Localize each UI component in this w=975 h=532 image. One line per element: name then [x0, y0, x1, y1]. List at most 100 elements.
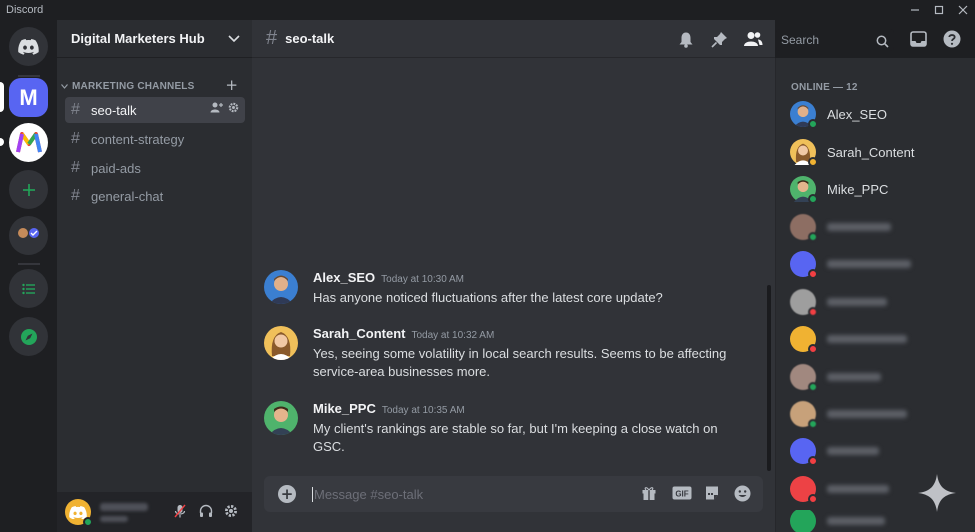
- emoji-icon[interactable]: [734, 485, 751, 506]
- search-input[interactable]: [781, 32, 871, 48]
- search-icon[interactable]: [876, 33, 889, 52]
- hash-icon: #: [71, 101, 80, 118]
- mute-icon[interactable]: [174, 504, 186, 522]
- member-list: ONLINE — 12 Alex_SEO Sarah_Content Mike_…: [775, 58, 975, 532]
- add-channel-icon[interactable]: +: [225, 76, 238, 94]
- message-author[interactable]: Alex_SEO: [313, 270, 375, 285]
- member-item-blurred[interactable]: [790, 249, 970, 279]
- unread-indicator: [0, 138, 4, 146]
- gif-icon[interactable]: GIF: [672, 485, 692, 505]
- channel-category[interactable]: MARKETING CHANNELS +: [57, 76, 252, 94]
- rail-separator: [18, 263, 40, 265]
- avatar: [790, 401, 818, 429]
- avatar-alex[interactable]: [264, 270, 298, 304]
- avatar: [790, 176, 818, 204]
- status-dot: [808, 419, 818, 429]
- member-item-blurred[interactable]: [790, 362, 970, 392]
- message-author[interactable]: Sarah_Content: [313, 326, 405, 341]
- colorful-m-server[interactable]: [9, 123, 48, 162]
- group-server[interactable]: [9, 216, 48, 255]
- member-item[interactable]: Alex_SEO: [790, 99, 970, 129]
- message-input[interactable]: [314, 484, 614, 504]
- member-item[interactable]: Sarah_Content: [790, 137, 970, 167]
- avatar-sarah[interactable]: [264, 326, 298, 360]
- status-dot: [83, 517, 93, 527]
- chevron-down-icon: [61, 83, 68, 89]
- channel-paid-ads[interactable]: # paid-ads: [65, 155, 245, 181]
- status-dot: [808, 157, 818, 167]
- rail-separator: [18, 75, 40, 77]
- invite-icon[interactable]: [210, 102, 223, 113]
- chat-header: # seo-talk: [252, 20, 775, 58]
- message-text: My client's rankings are stable so far, …: [313, 421, 718, 454]
- inbox-icon[interactable]: [910, 31, 927, 51]
- channel-general-chat[interactable]: # general-chat: [65, 183, 245, 209]
- server-header[interactable]: Digital Marketers Hub: [57, 20, 252, 58]
- message-author[interactable]: Mike_PPC: [313, 401, 376, 416]
- member-item-blurred[interactable]: [790, 212, 970, 242]
- message-text: Has anyone noticed fluctuations after th…: [313, 290, 663, 305]
- server-m[interactable]: M: [9, 78, 48, 117]
- member-item[interactable]: Mike_PPC: [790, 174, 970, 204]
- avatar-mike[interactable]: [264, 401, 298, 435]
- discover-button[interactable]: [9, 317, 48, 356]
- blurred-name: [827, 410, 907, 418]
- user-info-blurred[interactable]: [100, 502, 148, 522]
- member-item-blurred[interactable]: [790, 399, 970, 429]
- status-dot: [808, 232, 818, 242]
- discord-app: Discord M Digital Marketers Hub MARKETIN…: [0, 0, 975, 532]
- avatar: [790, 251, 818, 279]
- avatar: [790, 326, 818, 354]
- status-dot: [808, 382, 818, 392]
- avatar: [790, 476, 818, 504]
- attach-plus-icon[interactable]: +: [278, 485, 296, 503]
- member-list-icon[interactable]: [743, 31, 763, 51]
- user-avatar[interactable]: [65, 499, 93, 527]
- member-item-blurred[interactable]: [790, 436, 970, 466]
- hash-icon: #: [266, 27, 278, 49]
- status-dot: [808, 194, 818, 204]
- status-dot: [808, 494, 818, 504]
- member-name: Alex_SEO: [827, 106, 887, 122]
- avatar: [790, 364, 818, 392]
- title-bar: Discord: [0, 0, 975, 20]
- active-server-indicator: [0, 82, 4, 112]
- help-icon[interactable]: [943, 30, 961, 52]
- channel-content-strategy[interactable]: # content-strategy: [65, 126, 245, 152]
- blurred-name: [827, 223, 891, 231]
- text-caret: [312, 487, 313, 502]
- maximize-icon[interactable]: [927, 0, 951, 20]
- gift-icon[interactable]: [641, 485, 657, 505]
- sticker-icon[interactable]: [704, 485, 720, 505]
- home-button[interactable]: [9, 27, 48, 66]
- svg-text:GIF: GIF: [675, 490, 688, 499]
- gear-icon[interactable]: [228, 102, 239, 113]
- minimize-icon[interactable]: [903, 0, 927, 20]
- channel-seo-talk[interactable]: # seo-talk: [65, 97, 245, 123]
- bell-icon[interactable]: [678, 31, 694, 52]
- member-item-blurred[interactable]: [790, 324, 970, 354]
- online-heading: ONLINE — 12: [791, 82, 858, 93]
- hash-icon: #: [71, 159, 80, 176]
- blurred-name: [827, 447, 879, 455]
- server-rail: M: [0, 20, 57, 532]
- server-list-button[interactable]: [9, 269, 48, 308]
- blurred-name: [827, 260, 911, 268]
- chat-scrollbar[interactable]: [767, 285, 771, 471]
- avatar: [790, 438, 818, 466]
- member-item-blurred[interactable]: [790, 287, 970, 317]
- category-label: MARKETING CHANNELS: [72, 80, 195, 92]
- settings-gear-icon[interactable]: [224, 504, 238, 522]
- plus-icon: [22, 183, 35, 196]
- close-icon[interactable]: [951, 0, 975, 20]
- chat-area: # seo-talk Alex_SEO Today at 10:30 AM Ha…: [252, 20, 775, 532]
- status-dot: [808, 307, 818, 317]
- message-timestamp: Today at 10:30 AM: [381, 274, 464, 285]
- avatar: [790, 214, 818, 242]
- avatar: [790, 101, 818, 129]
- status-dot: [808, 456, 818, 466]
- pin-icon[interactable]: [711, 31, 728, 52]
- headphones-icon[interactable]: [199, 504, 213, 522]
- message-composer: + GIF: [264, 476, 763, 512]
- add-server-button[interactable]: [9, 170, 48, 209]
